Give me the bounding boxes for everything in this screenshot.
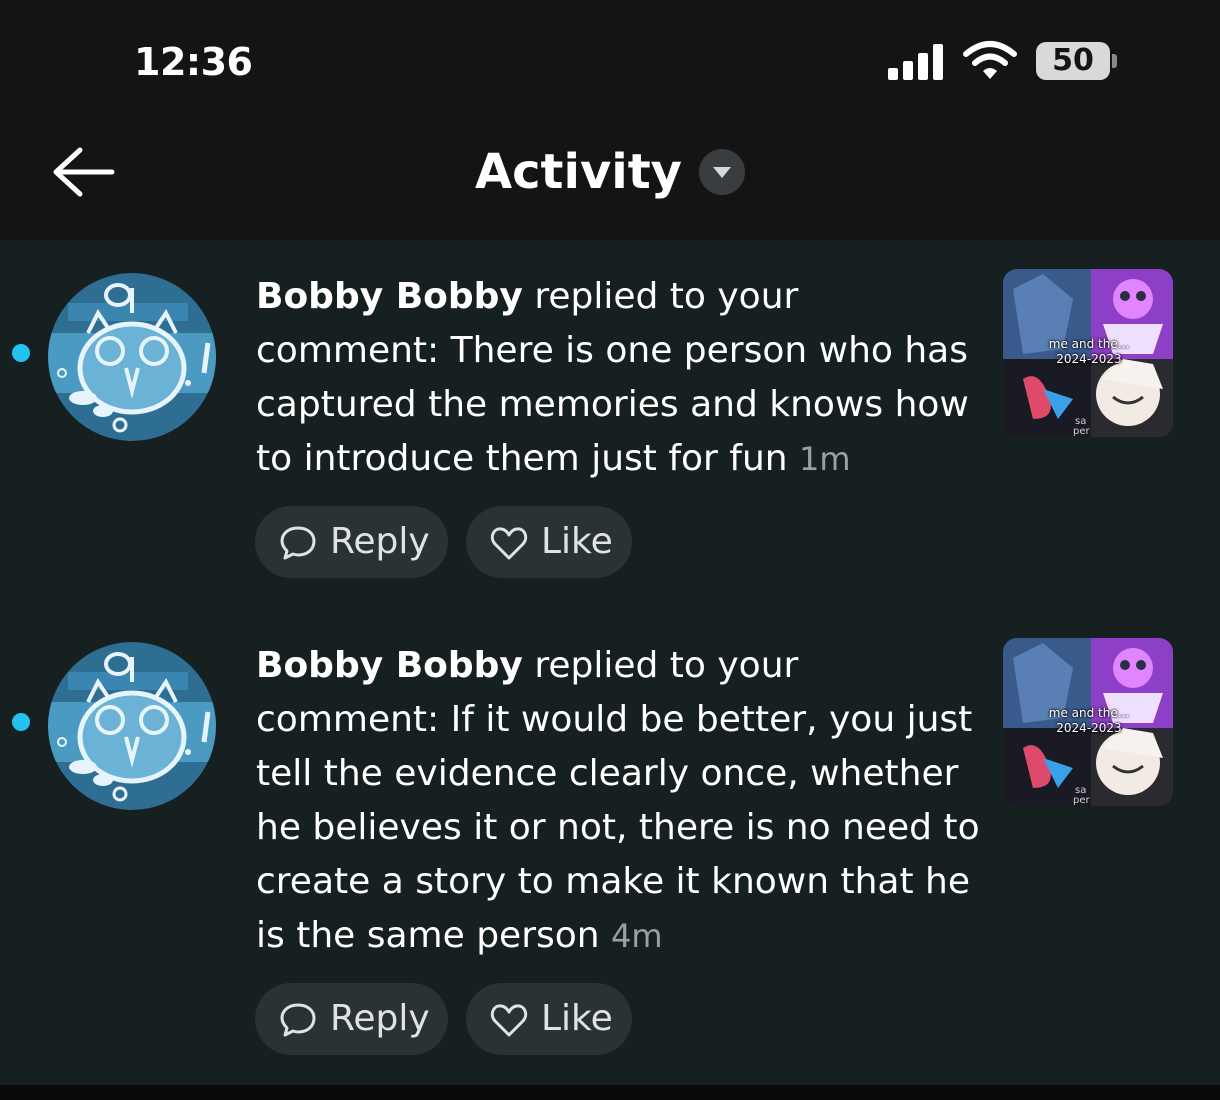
- activity-list: Bobby Bobby replied to your comment: The…: [0, 240, 1220, 1085]
- user-name[interactable]: Bobby Bobby: [256, 276, 523, 317]
- like-label: Like: [541, 998, 613, 1039]
- like-button[interactable]: Like: [466, 983, 632, 1055]
- status-bar: 12:36 50: [0, 0, 1220, 130]
- reply-button[interactable]: Reply: [255, 983, 448, 1055]
- unread-dot: [12, 344, 30, 362]
- timestamp: 1m: [799, 440, 851, 478]
- avatar[interactable]: [48, 642, 216, 810]
- notification-message: replied to your comment: If it would be …: [256, 645, 980, 956]
- svg-text:per: per: [1073, 795, 1091, 806]
- video-thumbnail[interactable]: sa per me and the... 2024-2023: [1003, 638, 1173, 806]
- comment-bubble-icon: [280, 1003, 316, 1037]
- notification-text: Bobby Bobby replied to your comment: If …: [256, 639, 981, 963]
- comment-bubble-icon: [280, 526, 316, 560]
- video-thumbnail[interactable]: sa per me and the... 2024-2023: [1003, 269, 1173, 437]
- status-time: 12:36: [134, 40, 253, 84]
- page-title[interactable]: Activity: [475, 144, 682, 200]
- timestamp: 4m: [611, 917, 663, 955]
- battery-nub: [1112, 54, 1117, 68]
- thumbnail-caption: me and the... 2024-2023: [1048, 706, 1130, 735]
- reply-label: Reply: [330, 521, 430, 562]
- chevron-down-icon[interactable]: [699, 149, 746, 195]
- avatar[interactable]: [48, 273, 216, 441]
- heart-icon: [490, 527, 528, 560]
- reply-label: Reply: [330, 998, 430, 1039]
- reply-button[interactable]: Reply: [255, 506, 448, 578]
- svg-text:per: per: [1073, 426, 1091, 437]
- top-header: Activity: [0, 130, 1220, 240]
- like-button[interactable]: Like: [466, 506, 632, 578]
- user-name[interactable]: Bobby Bobby: [256, 645, 523, 686]
- thumbnail-caption: me and the... 2024-2023: [1048, 337, 1130, 366]
- heart-icon: [490, 1004, 528, 1037]
- battery-indicator: 50: [1036, 42, 1110, 80]
- like-label: Like: [541, 521, 613, 562]
- bottom-edge: [0, 1085, 1220, 1100]
- notification-text: Bobby Bobby replied to your comment: The…: [256, 270, 981, 486]
- title-wrap: Activity: [0, 144, 1220, 200]
- cellular-signal-icon: [888, 44, 946, 80]
- wifi-icon: [963, 41, 1017, 79]
- unread-dot: [12, 713, 30, 731]
